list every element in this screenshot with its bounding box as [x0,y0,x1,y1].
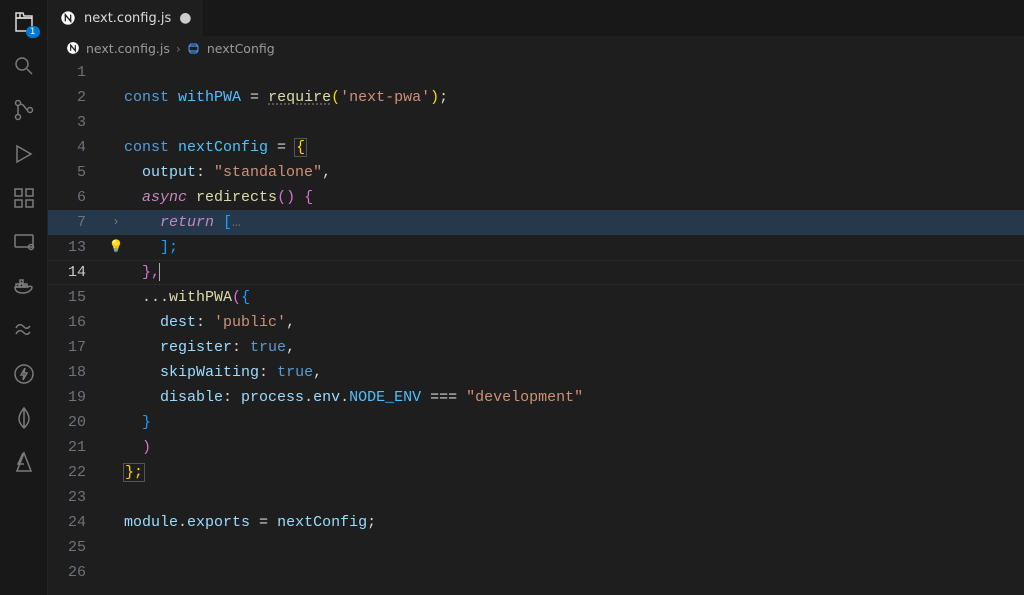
line-number: 15 [48,285,104,310]
fold-column: › [108,60,124,595]
dirty-indicator-icon: ● [179,10,191,26]
code-line: ...withPWA({ [124,285,1024,310]
line-number: 16 [48,310,104,335]
code-line [124,485,1024,510]
run-debug-icon[interactable] [10,140,38,168]
code-line: return [… [124,210,1024,235]
line-number: 22 [48,460,104,485]
explorer-badge: 1 [26,26,40,38]
code-line: } [124,410,1024,435]
editor-area: next.config.js ● next.config.js › nextCo… [48,0,1024,595]
text-cursor [159,263,160,281]
code-line: dest: 'public', [124,310,1024,335]
mongodb-icon[interactable] [10,404,38,432]
line-number: 2 [48,85,104,110]
line-number: 13 [48,235,104,260]
code-content[interactable]: const withPWA = require('next-pwa'); con… [124,60,1024,595]
code-line: module.exports = nextConfig; [124,510,1024,535]
gutter: 1 2 3 4 5 6 7 13 14 15 16 17 18 19 20 21… [48,60,108,595]
code-line: ]; [124,235,1024,260]
code-line: async redirects() { [124,185,1024,210]
line-number: 25 [48,535,104,560]
tailwind-icon[interactable] [10,316,38,344]
nodejs-file-icon [66,41,80,55]
breadcrumb-symbol: nextConfig [207,41,275,56]
code-line: ) [124,435,1024,460]
code-line [124,110,1024,135]
code-line [124,560,1024,585]
line-number: 19 [48,385,104,410]
tab-file-label: next.config.js [84,11,171,26]
symbol-variable-icon [187,41,201,55]
code-line: const nextConfig = { [124,135,1024,160]
code-line: output: "standalone", [124,160,1024,185]
code-line: disable: process.env.NODE_ENV === "devel… [124,385,1024,410]
breadcrumb-file: next.config.js [86,41,170,56]
breadcrumb[interactable]: next.config.js › nextConfig [48,36,1024,60]
extensions-icon[interactable] [10,184,38,212]
line-number: 14 [48,260,104,285]
bolt-icon[interactable] [10,360,38,388]
line-number: 5 [48,160,104,185]
tab-file[interactable]: next.config.js ● [48,0,204,36]
app-root: 1 [0,0,1024,595]
azure-icon[interactable] [10,448,38,476]
docker-icon[interactable] [10,272,38,300]
line-number: 26 [48,560,104,585]
activity-bar: 1 [0,0,48,595]
nodejs-file-icon [60,10,76,26]
line-number: 18 [48,360,104,385]
line-number: 21 [48,435,104,460]
lightbulb-icon[interactable]: 💡 [108,235,124,260]
code-line: }, [124,260,1024,285]
code-editor[interactable]: 💡 1 2 3 4 5 6 7 13 14 15 16 17 18 19 20 … [48,60,1024,595]
tab-bar: next.config.js ● [48,0,1024,36]
line-number: 6 [48,185,104,210]
line-number: 23 [48,485,104,510]
search-icon[interactable] [10,52,38,80]
code-line: skipWaiting: true, [124,360,1024,385]
remote-icon[interactable] [10,228,38,256]
line-number: 7 [48,210,104,235]
fold-chevron-icon[interactable]: › [108,210,124,235]
code-line [124,60,1024,85]
line-number: 4 [48,135,104,160]
code-line: register: true, [124,335,1024,360]
explorer-icon[interactable]: 1 [10,8,38,36]
code-line: const withPWA = require('next-pwa'); [124,85,1024,110]
source-control-icon[interactable] [10,96,38,124]
line-number: 24 [48,510,104,535]
line-number: 3 [48,110,104,135]
line-number: 1 [48,60,104,85]
code-line [124,535,1024,560]
line-number: 20 [48,410,104,435]
chevron-right-icon: › [176,41,181,56]
line-number: 17 [48,335,104,360]
code-line: }; [124,460,1024,485]
